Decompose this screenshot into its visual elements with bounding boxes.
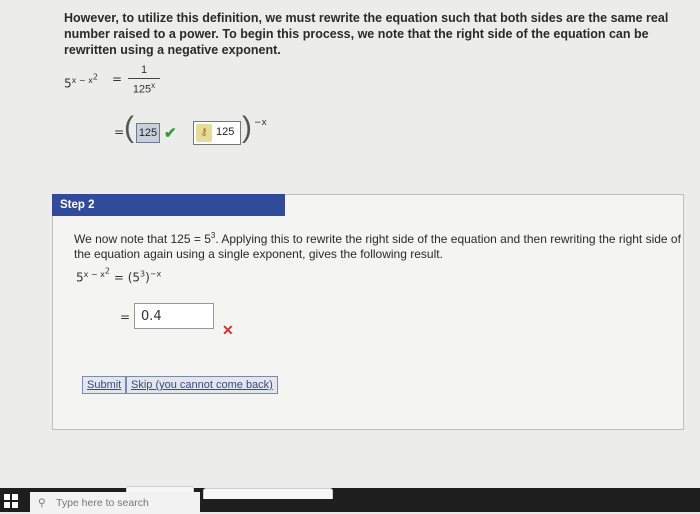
incorrect-icon: ✕ xyxy=(222,322,234,338)
equals-sign-3: = xyxy=(120,310,131,324)
step2-text: We now note that 125 = 53. Applying this… xyxy=(74,231,681,261)
skip-button[interactable]: Skip (you cannot come back) xyxy=(126,376,278,394)
equals-sign: = xyxy=(112,72,123,86)
windows-start-icon[interactable] xyxy=(4,494,18,513)
numerator: 1 xyxy=(140,64,148,76)
right-paren: ) xyxy=(242,111,252,144)
step2-header: Step 2 xyxy=(52,194,285,216)
key-icon[interactable]: ⚷ xyxy=(196,124,212,142)
denominator: 125x xyxy=(132,81,156,96)
outer-exponent: −x xyxy=(254,118,267,128)
lhs-exponent: x − x xyxy=(71,75,93,85)
search-icon: ⚲ xyxy=(38,497,46,509)
answer-input[interactable]: 0.4 xyxy=(134,303,214,329)
equation-lhs: 5x − x2 xyxy=(64,72,98,91)
left-paren: ( xyxy=(124,111,134,144)
intro-paragraph: However, to utilize this definition, we … xyxy=(64,11,669,57)
search-placeholder: Type here to search xyxy=(56,497,149,509)
browser-tab-2[interactable] xyxy=(203,488,333,499)
hint-value: 125 xyxy=(216,126,235,138)
page: However, to utilize this definition, we … xyxy=(0,0,700,488)
equals-sign-2: = xyxy=(114,125,125,139)
lhs-base: 5 xyxy=(64,76,72,91)
fraction: 1 125x xyxy=(128,64,160,96)
answer-box-correct[interactable]: 125 xyxy=(136,123,160,143)
answer-box-hint[interactable]: ⚷ 125 xyxy=(193,121,241,145)
taskbar-search[interactable]: ⚲ Type here to search xyxy=(30,492,200,514)
fraction-bar xyxy=(128,78,160,79)
submit-button[interactable]: Submit xyxy=(82,376,127,394)
step2-equation: 5x − x2 = (53)−x xyxy=(76,266,162,285)
check-icon: ✔ xyxy=(164,125,177,142)
lhs-exponent-square: 2 xyxy=(92,72,98,81)
